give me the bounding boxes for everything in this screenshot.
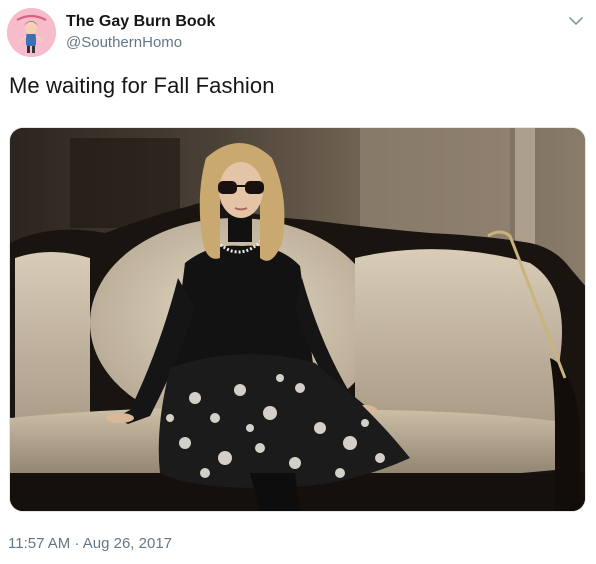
tweet-photo[interactable] <box>9 127 586 512</box>
user-handle[interactable]: @SouthernHomo <box>66 34 182 51</box>
tweet-menu-button[interactable] <box>566 13 586 29</box>
avatar[interactable] <box>7 8 56 57</box>
tweet-card: The Gay Burn Book @SouthernHomo Me waiti… <box>0 0 596 564</box>
tweet-timestamp[interactable]: 11:57 AM · Aug 26, 2017 <box>8 535 172 552</box>
tweet-text: Me waiting for Fall Fashion <box>9 73 275 98</box>
photo-woman-on-sofa <box>10 128 585 511</box>
cartoon-avatar-icon <box>7 8 56 57</box>
display-name[interactable]: The Gay Burn Book <box>66 13 215 31</box>
chevron-down-icon <box>569 17 583 25</box>
